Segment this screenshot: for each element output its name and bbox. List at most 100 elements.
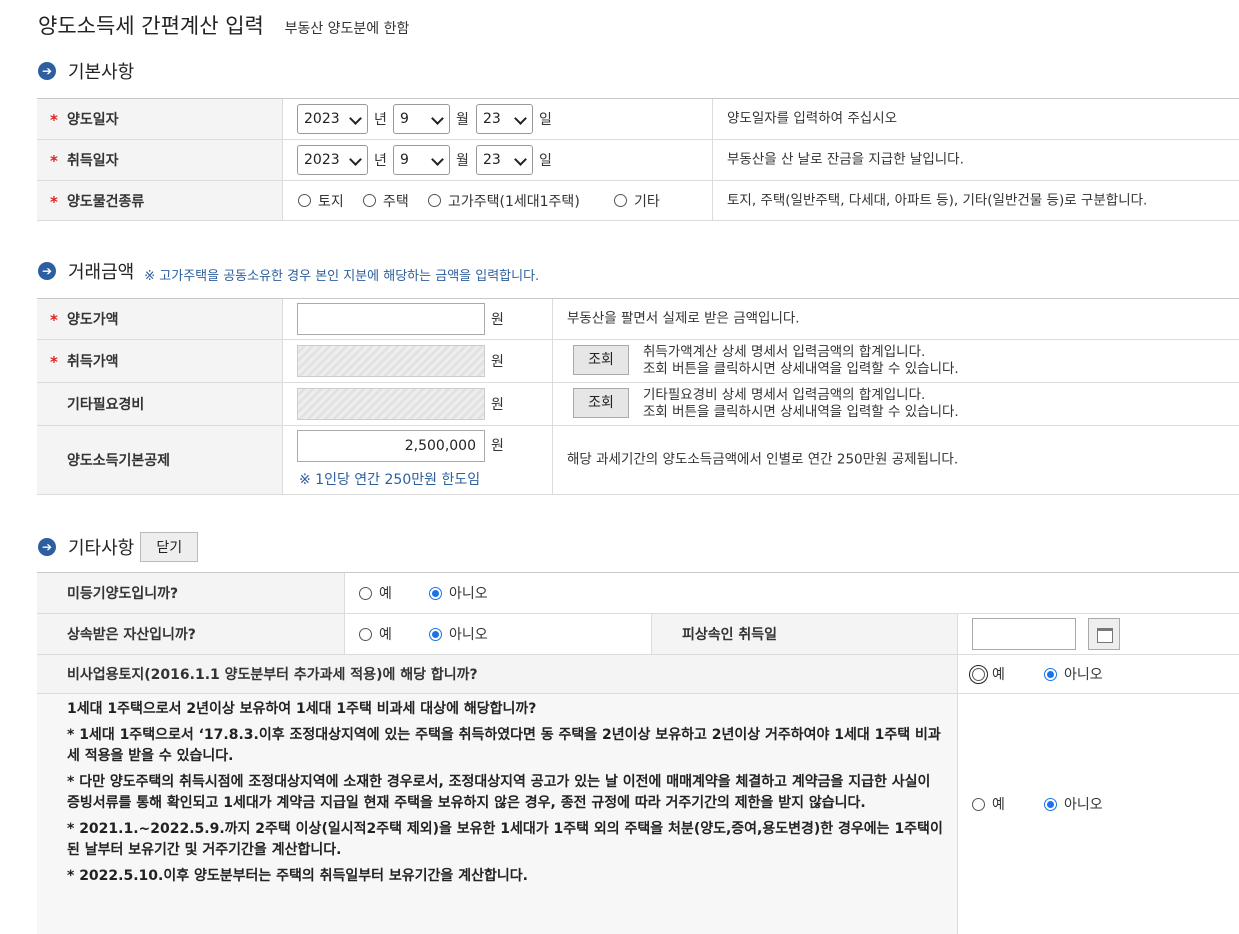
row-basic-deduction: 양도소득기본공제 2,500,000 원 ※ 1인당 연간 250만원 한도임 … [37,426,1239,495]
deduction-limit-hint: ※ 1인당 연간 250만원 한도임 [299,472,481,488]
acquire-price-desc: 취득가액계산 상세 명세서 입력금액의 합계입니다. 조회 버튼을 클릭하시면 … [643,344,959,377]
label-cell: * 취득가액 [37,340,282,382]
section-other-title: 기타사항 [68,538,135,559]
radio-circle-icon [428,194,441,207]
radio-luxury-house[interactable]: 고가주택(1세대1주택) [428,191,580,211]
label-cell: 기타필요경비 [37,383,282,425]
label-transfer-date: 양도일자 [67,112,119,128]
basic-deduction-desc: 해당 과세기간의 양도소득금액에서 인별로 연간 250만원 공제됩니다. [567,451,959,468]
acquire-day-select[interactable]: 23 [476,145,533,175]
desc-cell: 토지, 주택(일반주택, 다세대, 아파트 등), 기타(일반건물 등)로 구분… [712,181,1239,220]
unregistered-no-radio[interactable]: 아니오 [429,583,488,603]
inherited-no-radio[interactable]: 아니오 [429,624,488,644]
one-house-yes-radio[interactable]: 예 [972,794,1005,814]
required-mark: * [50,310,58,329]
row-transfer-date: * 양도일자 2023 년 9 월 23 일 양도일자를 입력하여 주십시오 [37,99,1239,140]
desc-cell: 부동산을 팔면서 실제로 받은 금액입니다. [552,299,1239,339]
calendar-icon[interactable] [1088,618,1120,650]
radio-checked-icon [429,586,442,600]
row-transfer-price: * 양도가액 원 부동산을 팔면서 실제로 받은 금액입니다. [37,299,1239,340]
value-cell: 원 [282,340,553,382]
transfer-price-desc: 부동산을 팔면서 실제로 받은 금액입니다. [567,310,800,327]
chevron-down-icon [514,112,527,125]
value-cell: 예 아니오 [344,573,1239,613]
arrow-circle-icon: ➔ [38,538,56,556]
row-acquire-date: * 취득일자 2023 년 9 월 23 일 부동산을 산 날로 잔금을 지급한… [37,140,1239,181]
label-other-expense: 기타필요경비 [67,397,145,413]
radio-other[interactable]: 기타 [614,191,660,211]
value-cell: 예 아니오 [957,694,1239,934]
radio-checked-icon [1044,667,1057,681]
radio-circle-icon [614,194,627,207]
inherited-yes-radio[interactable]: 예 [359,624,392,644]
chevron-down-icon [349,112,362,125]
desc-cell: 조회 취득가액계산 상세 명세서 입력금액의 합계입니다. 조회 버튼을 클릭하… [552,340,1239,382]
page-subtitle: 부동산 양도분에 한함 [284,21,410,37]
page-title: 양도소득세 간편계산 입력 부동산 양도분에 한함 [38,10,409,40]
unregistered-yes-radio[interactable]: 예 [359,583,392,603]
label-cell: * 양도가액 [37,299,282,339]
label-inherited: 상속받은 자산입니까? [67,627,196,643]
value-cell: 2023 년 9 월 23 일 [282,140,713,180]
transfer-price-input[interactable] [297,303,485,335]
row-inherited: 상속받은 자산입니까? 예 아니오 피상속인 취득일 [37,614,1239,655]
acquire-price-lookup-button[interactable]: 조회 [573,345,629,375]
value-cell: 예 아니오 [344,614,652,654]
label-non-business-land: 비사업용토지(2016.1.1 양도분부터 추가과세 적용)에 해당 합니까? [67,667,478,683]
label-cell: * 양도물건종류 [37,181,282,220]
label-cell: 상속받은 자산입니까? [37,614,344,654]
one-house-no-radio[interactable]: 아니오 [1044,794,1103,814]
radio-circle-icon [972,797,985,811]
won-unit: 원 [491,312,504,328]
radio-circle-icon [359,627,372,641]
other-table: 미등기양도입니까? 예 아니오 상속받은 자산입니까? 예 아니오 피상속인 취… [37,572,1239,934]
other-expense-lookup-button[interactable]: 조회 [573,388,629,418]
value-cell: 원 [282,383,553,425]
row-one-house: 1세대 1주택으로서 2년이상 보유하여 1세대 1주택 비과세 대상에 해당합… [37,694,1239,934]
row-non-business-land: 비사업용토지(2016.1.1 양도분부터 추가과세 적용)에 해당 합니까? … [37,655,1239,694]
amounts-note: ※ 고가주택을 공동소유한 경우 본인 지분에 해당하는 금액을 입력합니다. [144,268,540,284]
year-unit: 년 [374,153,387,169]
acquire-date-desc: 부동산을 산 날로 잔금을 지급한 날입니다. [727,151,964,168]
desc-cell: 조회 기타필요경비 상세 명세서 입력금액의 합계입니다. 조회 버튼을 클릭하… [552,383,1239,425]
other-expense-input [297,388,485,420]
one-house-note-4: * 2022.5.10.이후 양도분부터는 주택의 취득일부터 보유기간을 계산… [67,868,528,884]
desc-cell: 해당 과세기간의 양도소득금액에서 인별로 연간 250만원 공제됩니다. [552,426,1239,494]
label-cell: * 취득일자 [37,140,282,180]
label-property-type: 양도물건종류 [67,193,145,210]
day-unit: 일 [539,112,552,128]
won-unit: 원 [491,354,504,370]
section-other-header: ➔ 기타사항 닫기 [38,532,199,562]
close-button[interactable]: 닫기 [140,532,199,562]
page-title-text: 양도소득세 간편계산 입력 [38,14,264,38]
desc-cell: 부동산을 산 날로 잔금을 지급한 날입니다. [712,140,1239,180]
radio-circle-icon [298,194,311,207]
radio-land[interactable]: 토지 [298,191,344,211]
radio-checked-icon [1044,797,1057,811]
decedent-date-input[interactable] [972,618,1076,650]
day-unit: 일 [539,153,552,169]
required-mark: * [50,110,58,129]
radio-checked-icon [429,627,442,641]
transfer-date-desc: 양도일자를 입력하여 주십시오 [727,110,898,127]
year-unit: 년 [374,112,387,128]
required-mark: * [50,151,58,170]
transfer-year-select[interactable]: 2023 [297,104,368,134]
one-house-note-1: * 1세대 1주택으로서 ‘17.8.3.이후 조정대상지역에 있는 주택을 취… [67,727,941,764]
basic-table: * 양도일자 2023 년 9 월 23 일 양도일자를 입력하여 주십시오 *… [37,98,1239,221]
acquire-year-select[interactable]: 2023 [297,145,368,175]
row-unregistered: 미등기양도입니까? 예 아니오 [37,573,1239,614]
radio-circle-icon [359,586,372,600]
transfer-day-select[interactable]: 23 [476,104,533,134]
transfer-month-select[interactable]: 9 [393,104,450,134]
non-business-no-radio[interactable]: 아니오 [1044,664,1103,684]
month-unit: 월 [456,112,469,128]
one-house-text: 1세대 1주택으로서 2년이상 보유하여 1세대 1주택 비과세 대상에 해당합… [67,699,947,892]
non-business-yes-radio[interactable]: 예 [969,664,1005,684]
value-cell: 원 [282,299,553,339]
label-cell: 양도소득기본공제 [37,426,282,494]
acquire-month-select[interactable]: 9 [393,145,450,175]
basic-deduction-input[interactable]: 2,500,000 [297,430,485,462]
label-cell: 1세대 1주택으로서 2년이상 보유하여 1세대 1주택 비과세 대상에 해당합… [37,694,957,934]
radio-house[interactable]: 주택 [363,191,409,211]
